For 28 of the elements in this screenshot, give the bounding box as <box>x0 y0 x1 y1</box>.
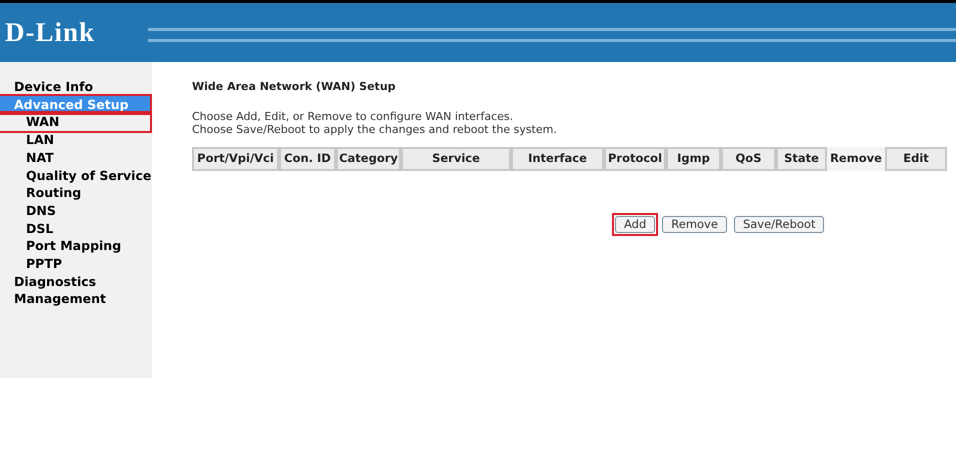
nav-item[interactable]: DNS <box>0 202 150 220</box>
column-header: Edit <box>885 146 947 170</box>
nav-item[interactable]: Management <box>0 290 150 308</box>
column-header: Igmp <box>666 146 721 170</box>
column-header: Port/Vpi/Vci <box>192 146 279 170</box>
nav-item[interactable]: PPTP <box>0 255 150 273</box>
description-text: Choose Add, Edit, or Remove to configure WAN interfaces. <box>192 110 514 122</box>
column-header: Category <box>336 146 401 170</box>
column-header: Remove <box>827 146 885 170</box>
page-title: Wide Area Network (WAN) Setup <box>192 79 397 95</box>
nav-item[interactable]: Quality of Service <box>0 166 150 184</box>
column-header: Con. ID <box>279 146 336 170</box>
nav-item[interactable]: Port Mapping <box>0 237 150 256</box>
column-header: Service <box>401 146 511 170</box>
action-button[interactable]: Add <box>612 212 658 236</box>
column-header: QoS <box>721 146 776 170</box>
nav-item[interactable]: Routing <box>0 184 150 202</box>
column-header: Protocol <box>604 146 666 170</box>
description-text: Choose Save/Reboot to apply the changes and reboot the system. <box>192 122 558 136</box>
column-header: Interface <box>511 146 604 170</box>
nav-item[interactable]: LAN <box>0 131 150 149</box>
logo: D-Link <box>5 16 96 50</box>
nav-item[interactable]: WAN <box>0 113 150 132</box>
nav-item[interactable]: NAT <box>0 148 150 167</box>
column-header: State <box>776 146 827 170</box>
nav-item[interactable]: DSL <box>0 220 150 238</box>
nav-item[interactable]: Diagnostics <box>0 272 150 290</box>
nav-item[interactable]: Device Info <box>0 78 150 96</box>
